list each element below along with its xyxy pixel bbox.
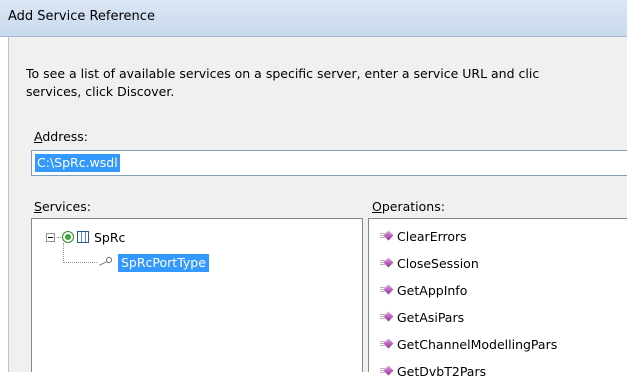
operation-method-icon (380, 230, 394, 242)
address-input-value: C:\SpRc.wsdl (35, 154, 120, 172)
operation-method-icon (380, 311, 394, 323)
window-title: Add Service Reference (8, 9, 155, 24)
service-globe-icon (62, 231, 74, 243)
operation-item[interactable]: GetChannelModellingPars (380, 335, 557, 353)
operation-item[interactable]: ClearErrors (380, 227, 467, 245)
tree-expander-minus-icon[interactable] (46, 232, 55, 242)
tree-connector-dash (57, 236, 61, 238)
instructions-line-2: services, click Discover. (26, 84, 175, 99)
instructions-line-1: To see a list of available services on a… (26, 66, 540, 81)
port-interface-icon (98, 256, 114, 270)
operation-label: CloseSession (397, 255, 479, 271)
operations-label: Operations: (372, 199, 445, 214)
instructions-text: To see a list of available services on a… (26, 65, 627, 101)
operation-item[interactable]: GetDvbT2Pars (380, 362, 486, 380)
operation-method-icon (380, 257, 394, 269)
address-label: Address: (34, 129, 88, 144)
operation-method-icon (380, 365, 394, 377)
operation-label: ClearErrors (397, 228, 467, 244)
title-bar: Add Service Reference (0, 0, 627, 37)
operation-item[interactable]: GetAppInfo (380, 281, 467, 299)
operation-label: GetChannelModellingPars (397, 336, 558, 352)
services-label-text: ervices: (41, 199, 91, 214)
tree-node-sprcporttype[interactable]: SpRcPortType (98, 253, 209, 273)
operations-label-accelerator: O (372, 199, 382, 214)
services-label-accelerator: S (34, 199, 42, 214)
operation-label: GetAppInfo (397, 282, 468, 298)
operation-method-icon (380, 338, 394, 350)
operation-item[interactable]: GetAsiPars (380, 308, 464, 326)
tree-node-sprc[interactable]: SpRc (46, 228, 125, 246)
services-label: Services: (34, 199, 91, 214)
operation-label: GetAsiPars (397, 309, 465, 325)
address-input[interactable]: C:\SpRc.wsdl (31, 150, 627, 176)
tree-node-label: SpRc (94, 229, 126, 245)
operation-item[interactable]: CloseSession (380, 254, 479, 272)
operation-method-icon (380, 284, 394, 296)
contract-grid-icon (77, 231, 89, 243)
operations-label-text: perations: (381, 199, 445, 214)
tree-connector-line (63, 243, 97, 263)
address-label-text: ddress: (42, 129, 89, 144)
services-tree[interactable]: SpRc SpRcPortType (31, 218, 363, 372)
operation-label: GetDvbT2Pars (397, 363, 487, 379)
operations-list[interactable]: ClearErrors CloseSession GetAppInfo GetA… (368, 218, 627, 379)
tree-node-label-selected: SpRcPortType (118, 254, 209, 272)
